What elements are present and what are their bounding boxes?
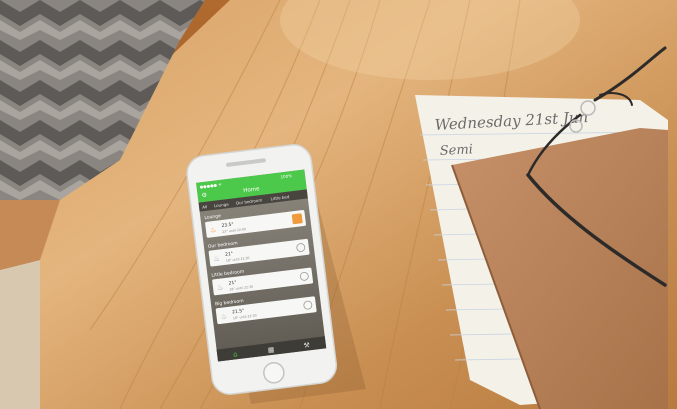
floor-light: [0, 260, 40, 409]
flame-icon: ♨: [210, 226, 217, 235]
tab-all[interactable]: All: [202, 204, 208, 210]
settings-icon[interactable]: ⚒: [303, 341, 310, 350]
scene-svg: Wednesday 21st Jun Semi ●●●●● ᯤ 100% Hom…: [0, 0, 677, 409]
room-temp-little-bedroom: 21°: [228, 280, 237, 287]
boost-button-lounge[interactable]: [291, 213, 303, 225]
photo-scene: Wednesday 21st Jun Semi ●●●●● ᯤ 100% Hom…: [0, 0, 677, 409]
settings-icon[interactable]: ⚙: [201, 192, 207, 200]
thermostat-icon: ♨: [217, 283, 224, 292]
thermostat-icon: ♨: [220, 312, 227, 321]
handwriting-second-line: Semi: [439, 142, 473, 159]
thermostat-icon: ♨: [213, 255, 220, 264]
room-temp-our-bedroom: 21°: [225, 251, 234, 258]
grid-icon[interactable]: ▦: [267, 346, 275, 355]
